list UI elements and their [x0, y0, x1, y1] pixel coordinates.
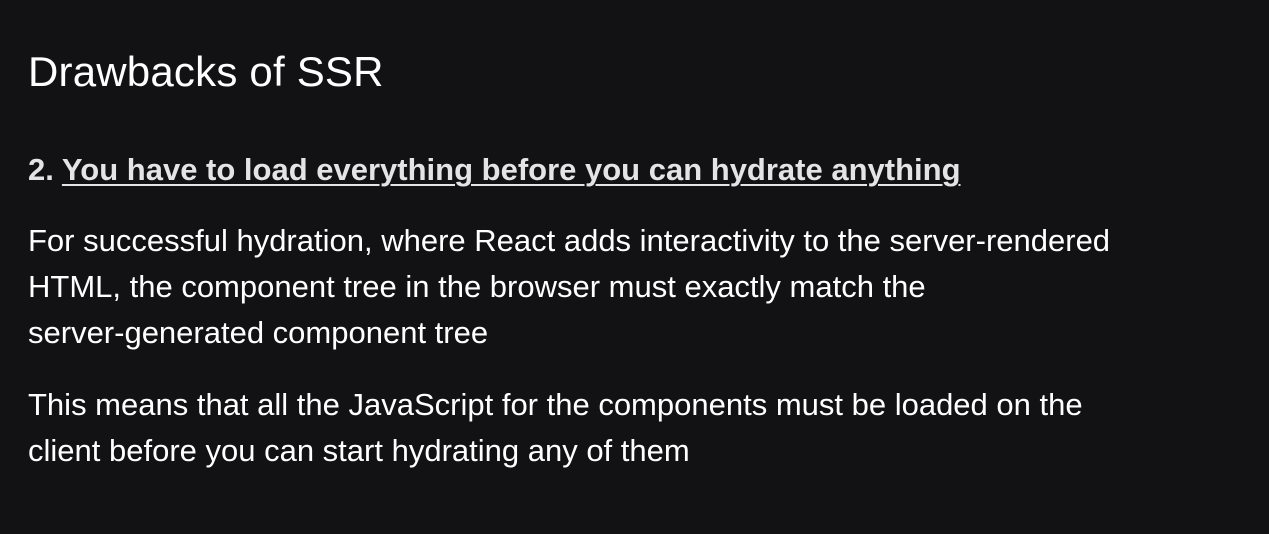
point-heading: 2. You have to load everything before yo… — [28, 150, 961, 190]
paragraph-line: HTML, the component tree in the browser … — [28, 269, 926, 304]
paragraph-line: server-generated component tree — [28, 315, 489, 350]
paragraph-javascript: This means that all the JavaScript for t… — [28, 382, 1238, 474]
paragraph-hydration: For successful hydration, where React ad… — [28, 218, 1238, 356]
paragraph-line: For successful hydration, where React ad… — [28, 223, 1111, 258]
slide: Drawbacks of SSR 2. You have to load eve… — [0, 0, 1269, 534]
paragraph-line: client before you can start hydrating an… — [28, 433, 690, 468]
slide-title: Drawbacks of SSR — [28, 48, 384, 95]
point-number: 2. — [28, 152, 54, 187]
point-link[interactable]: You have to load everything before you c… — [62, 152, 961, 187]
paragraph-line: This means that all the JavaScript for t… — [28, 387, 1083, 422]
